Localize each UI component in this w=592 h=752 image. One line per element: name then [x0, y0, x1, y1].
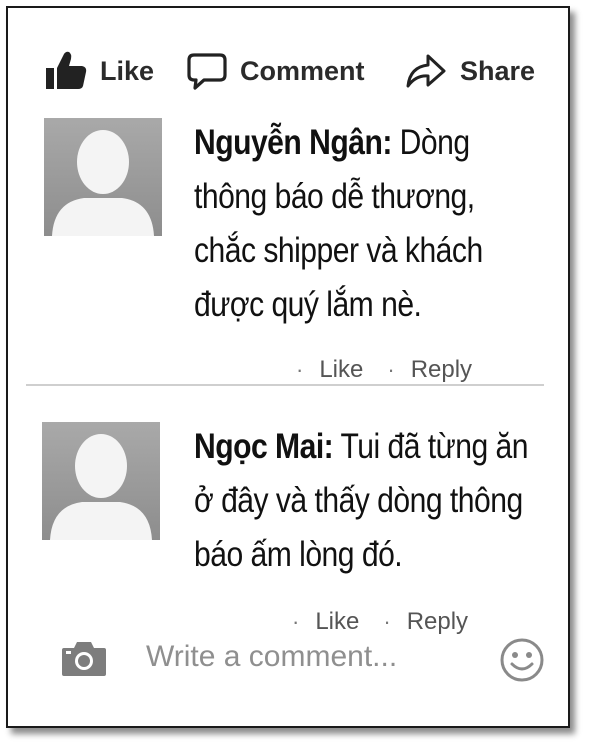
separator-dot: · [296, 357, 304, 382]
camera-icon[interactable] [60, 640, 108, 678]
share-action-button[interactable]: Share [404, 46, 535, 96]
separator-dot: · [387, 357, 395, 382]
comment-author[interactable]: Nguyễn Ngân: [194, 123, 392, 162]
like-action-label: Like [100, 55, 155, 86]
comment-author[interactable]: Ngọc Mai: [194, 427, 334, 466]
comment-composer: Write a comment... [8, 626, 568, 686]
comment-body: Ngọc Mai: Tui đã từng ăn ở đây và thấy d… [194, 420, 529, 582]
comment-meta: · Like · Reply [296, 356, 472, 384]
smiley-icon[interactable] [498, 636, 546, 684]
comment-input[interactable]: Write a comment... [146, 640, 397, 674]
like-action-button[interactable]: Like [44, 46, 154, 96]
post-card: Like Comment Share Nguyễn Ngân: Dòng thô… [6, 6, 570, 728]
comment-reply-link[interactable]: Reply [411, 356, 472, 384]
comment-divider [26, 384, 544, 386]
avatar[interactable] [44, 118, 162, 236]
comment-body: Nguyễn Ngân: Dòng thông báo dễ thương, c… [194, 116, 529, 332]
share-arrow-icon [406, 54, 446, 88]
user-silhouette-icon [50, 434, 152, 540]
comment-like-link[interactable]: Like [319, 356, 363, 384]
share-action-label: Share [460, 55, 536, 86]
comment-action-button[interactable]: Comment [186, 46, 365, 96]
comment-action-label: Comment [240, 55, 365, 86]
post-action-bar: Like Comment Share [8, 46, 568, 96]
speech-bubble-icon [187, 53, 227, 90]
user-silhouette-icon [52, 130, 154, 236]
avatar[interactable] [42, 422, 160, 540]
thumbs-up-icon [46, 51, 87, 89]
